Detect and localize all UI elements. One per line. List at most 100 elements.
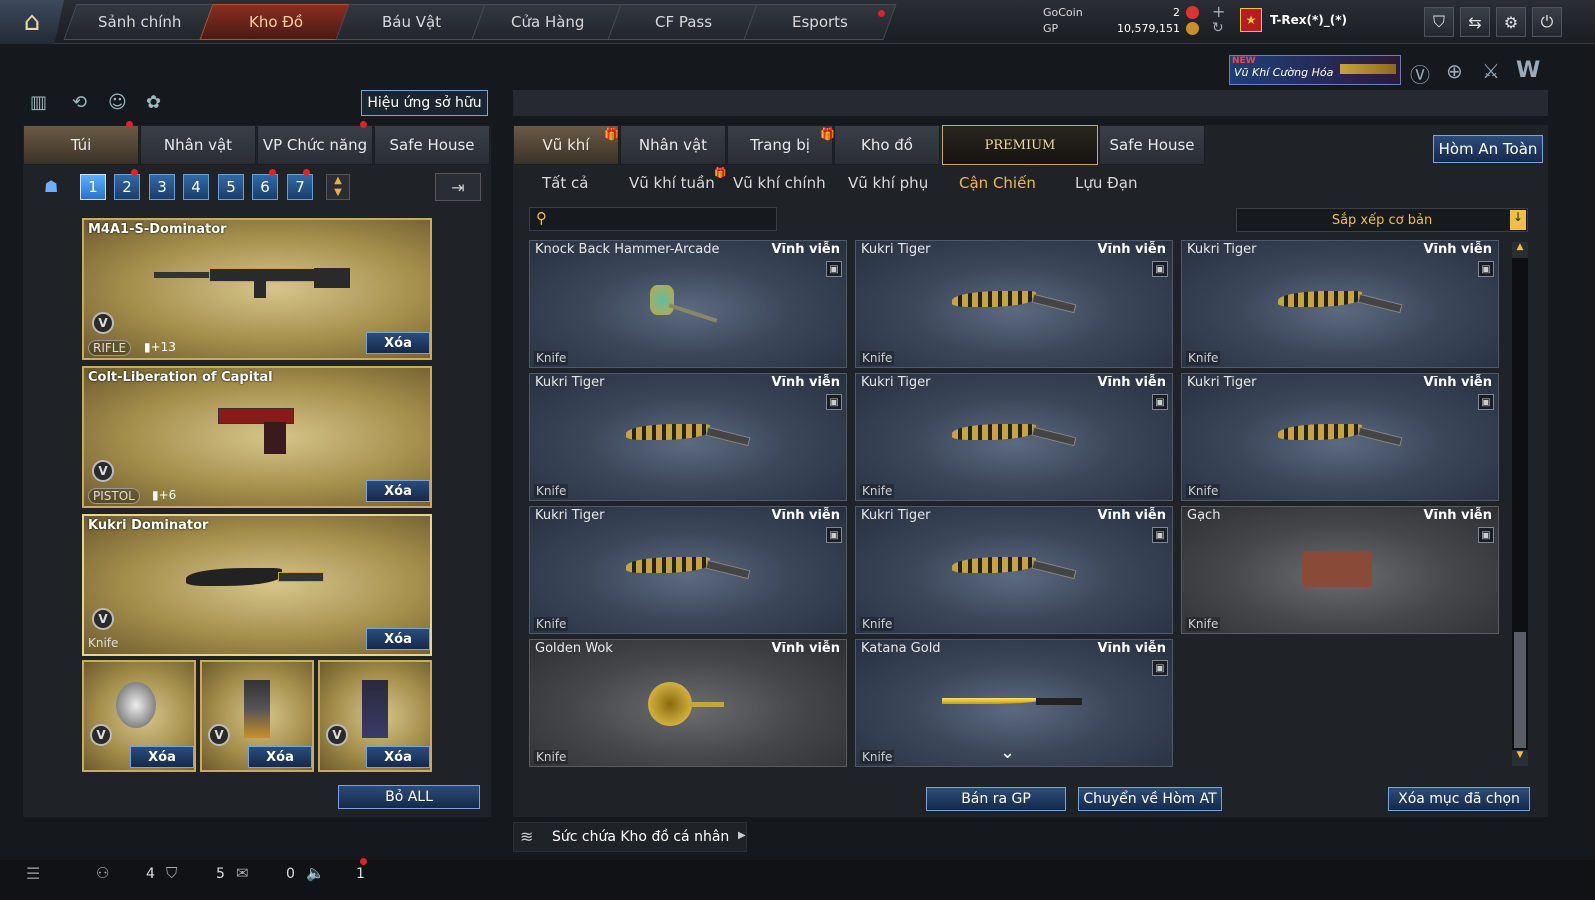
- tab-treasure[interactable]: Báu Vật: [335, 4, 489, 40]
- scroll-thumb[interactable]: [1514, 632, 1526, 748]
- ownership-effects-button[interactable]: Hiệu ứng sở hữu: [361, 90, 488, 116]
- bag-4[interactable]: 4: [183, 174, 209, 200]
- tab-lobby[interactable]: Sảnh chính: [63, 4, 217, 40]
- stats-icon[interactable]: ▥: [30, 92, 47, 113]
- delete-selected-button[interactable]: Xóa mục đã chọn: [1388, 787, 1530, 811]
- friends-icon[interactable]: ⚇: [96, 864, 109, 882]
- slot-primary[interactable]: M4A1-S-Dominator V RIFLE ▮+13 Xóa: [82, 218, 432, 360]
- tab-cf-pass[interactable]: CF Pass: [607, 4, 761, 40]
- tab-characters[interactable]: Nhân vật: [620, 125, 726, 165]
- pistol-icon: [218, 408, 298, 458]
- item-card[interactable]: Kukri Tiger Vĩnh viễn ▣ Knife: [1181, 373, 1499, 501]
- tab-premium[interactable]: PREMIUM: [942, 125, 1098, 165]
- bag-scroll-arrows-icon[interactable]: ▲ ▼: [326, 174, 350, 200]
- chat-icon[interactable]: ✉: [236, 864, 249, 882]
- alert-dot: [131, 169, 138, 176]
- item-card[interactable]: Kukri Tiger Vĩnh viễn ▣ Knife: [529, 373, 847, 501]
- subtab-primary[interactable]: Vũ khí chính: [733, 174, 826, 192]
- v-badge-icon: V: [90, 724, 112, 746]
- banner-title: Vũ Khí Cường Hóa: [1234, 66, 1334, 79]
- item-type: Knife: [1186, 484, 1221, 498]
- clan-count: 5: [216, 866, 225, 882]
- expand-arrow-icon[interactable]: ▶: [738, 830, 746, 841]
- tab-storage[interactable]: Kho đồ: [834, 125, 940, 165]
- tab-safe-house-right[interactable]: Safe House: [1099, 125, 1205, 165]
- character-icon[interactable]: ☺: [108, 92, 127, 113]
- v-badge-icon[interactable]: Ⓥ: [1410, 59, 1430, 88]
- new-badge: NEW: [1232, 56, 1256, 66]
- bag-2[interactable]: 2: [114, 174, 140, 200]
- subtab-weekly[interactable]: Vũ khí tuần: [629, 174, 715, 192]
- slot-secondary[interactable]: Colt-Liberation of Capital V PISTOL ▮+6 …: [82, 366, 432, 508]
- remove-button[interactable]: Xóa: [366, 332, 430, 354]
- chevron-down-icon[interactable]: ↓: [1510, 210, 1526, 230]
- crossed-swords-icon[interactable]: ⚔: [1482, 59, 1500, 83]
- item-card[interactable]: Gạch Vĩnh viễn ▣ Knife: [1181, 506, 1499, 634]
- bag-7[interactable]: 7: [287, 174, 313, 200]
- tab-function-items[interactable]: VP Chức năng: [257, 125, 373, 165]
- tab-safe-house[interactable]: Safe House: [374, 125, 490, 165]
- remove-button[interactable]: Xóa: [130, 746, 194, 768]
- capacity-bar[interactable]: ≋ Sức chứa Kho đồ cá nhân ▶: [513, 822, 747, 852]
- subtab-melee[interactable]: Cận Chiến: [959, 174, 1036, 192]
- bag-5[interactable]: 5: [218, 174, 244, 200]
- remove-button[interactable]: Xóa: [366, 628, 430, 650]
- slot-grenade-2[interactable]: V Xóa: [200, 660, 314, 772]
- more-chevron-icon[interactable]: ⌄: [1000, 742, 1015, 763]
- item-card[interactable]: Kukri Tiger Vĩnh viễn ▣ Knife: [855, 240, 1173, 368]
- scrollbar[interactable]: ▲ ▼: [1512, 242, 1528, 766]
- menu-icon[interactable]: ☰: [26, 864, 40, 883]
- scroll-up-icon[interactable]: ▲: [1512, 242, 1528, 258]
- tab-inventory[interactable]: Kho Đồ: [199, 4, 353, 40]
- remove-button[interactable]: Xóa: [366, 746, 430, 768]
- subtab-grenade[interactable]: Lựu Đạn: [1075, 174, 1137, 192]
- slot-grenade-1[interactable]: V Xóa: [82, 660, 196, 772]
- remove-all-button[interactable]: Bỏ ALL: [338, 785, 480, 809]
- bag-3[interactable]: 3: [149, 174, 175, 200]
- target-icon[interactable]: ⊕: [1446, 59, 1463, 83]
- move-icon[interactable]: ⇥: [435, 173, 481, 201]
- tab-character[interactable]: Nhân vật: [140, 125, 256, 165]
- notification-dot: [878, 10, 885, 17]
- bag-6[interactable]: 6: [252, 174, 278, 200]
- search-input[interactable]: ⚲: [529, 207, 777, 231]
- home-icon[interactable]: ⌂: [0, 0, 64, 44]
- subtab-secondary[interactable]: Vũ khí phụ: [848, 174, 928, 192]
- sell-gp-button[interactable]: Bán ra GP: [926, 787, 1066, 811]
- tab-shop[interactable]: Cửa Hàng: [471, 4, 625, 40]
- power-icon[interactable]: ⏻: [1532, 7, 1562, 37]
- username[interactable]: T-Rex(*)_(*): [1270, 13, 1347, 27]
- slot-melee[interactable]: Kukri Dominator V Knife Xóa: [82, 514, 432, 656]
- tab-esports[interactable]: Esports: [743, 4, 897, 40]
- w-logo-icon[interactable]: W: [1516, 58, 1540, 83]
- history-icon[interactable]: ⟲: [72, 92, 87, 113]
- item-card[interactable]: Kukri Tiger Vĩnh viễn ▣ Knife: [529, 506, 847, 634]
- safe-box-button[interactable]: Hòm An Toàn: [1433, 135, 1543, 163]
- item-card[interactable]: Knock Back Hammer-Arcade Vĩnh viễn ▣ Knife: [529, 240, 847, 368]
- enhance-weapon-banner[interactable]: NEW Vũ Khí Cường Hóa: [1229, 55, 1401, 85]
- scroll-down-icon[interactable]: ▼: [1512, 750, 1528, 766]
- transfer-safe-button[interactable]: Chuyển về Hòm AT: [1078, 787, 1222, 811]
- tab-bag[interactable]: Túi: [23, 125, 139, 165]
- bag-1[interactable]: 1: [80, 174, 106, 200]
- remove-button[interactable]: Xóa: [366, 480, 430, 502]
- item-card[interactable]: Kukri Tiger Vĩnh viễn ▣ Knife: [1181, 240, 1499, 368]
- gear-icon[interactable]: ⚙: [1496, 7, 1526, 37]
- item-card[interactable]: Golden Wok Vĩnh viễn Knife: [529, 639, 847, 767]
- tab-equipment[interactable]: Trang bị: [727, 125, 833, 165]
- clan-icon[interactable]: ⛉: [166, 864, 177, 882]
- slot-grenade-3[interactable]: V Xóa: [318, 660, 432, 772]
- item-card[interactable]: Kukri Tiger Vĩnh viễn ▣ Knife: [855, 373, 1173, 501]
- sort-label: Sắp xếp cơ bản: [1331, 212, 1433, 228]
- subtab-all[interactable]: Tất cả: [542, 174, 588, 192]
- sort-dropdown[interactable]: Sắp xếp cơ bản: [1236, 208, 1528, 232]
- item-card[interactable]: Kukri Tiger Vĩnh viễn ▣ Knife: [855, 506, 1173, 634]
- remove-button[interactable]: Xóa: [248, 746, 312, 768]
- exchange-icon[interactable]: ⇆: [1460, 7, 1490, 37]
- add-coin-icon[interactable]: +: [1212, 2, 1225, 21]
- speaker-icon[interactable]: 🔈: [306, 864, 325, 882]
- item-type: Knife: [860, 484, 895, 498]
- shield-icon[interactable]: ⛉: [1424, 7, 1454, 37]
- refresh-icon[interactable]: ↻: [1212, 20, 1224, 36]
- pet-icon[interactable]: ✿: [146, 92, 161, 113]
